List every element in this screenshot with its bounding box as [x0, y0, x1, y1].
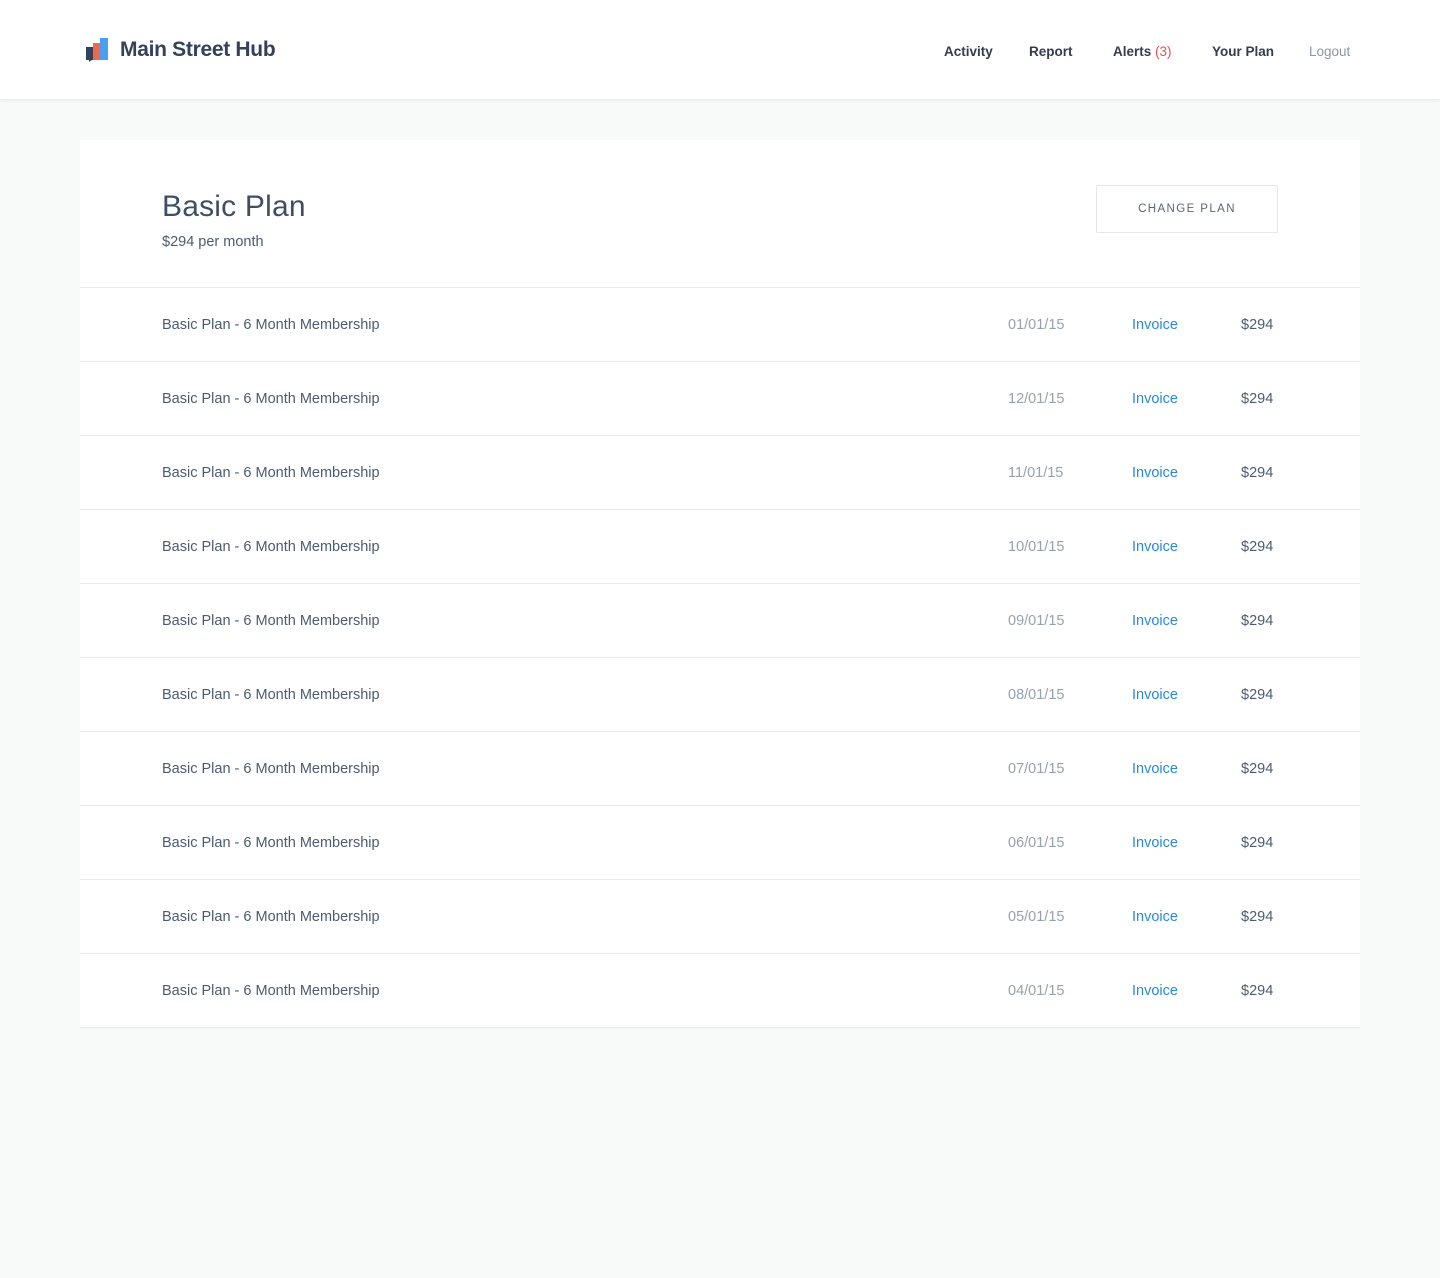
payment-date: 08/01/15	[1008, 687, 1065, 703]
payment-description: Basic Plan - 6 Month Membership	[162, 391, 380, 407]
invoice-link[interactable]: Invoice	[1132, 761, 1178, 777]
payment-amount: $294	[1241, 761, 1274, 777]
invoice-link[interactable]: Invoice	[1132, 909, 1178, 925]
payment-amount: $294	[1241, 613, 1274, 629]
nav-alerts-label: Alerts	[1113, 44, 1152, 59]
payment-date: 04/01/15	[1008, 983, 1065, 999]
invoice-link[interactable]: Invoice	[1132, 539, 1178, 555]
payment-date: 07/01/15	[1008, 761, 1065, 777]
plan-price: $294 per month	[162, 234, 264, 250]
invoice-link[interactable]: Invoice	[1132, 317, 1178, 333]
payment-description: Basic Plan - 6 Month Membership	[162, 465, 380, 481]
plan-summary: Basic Plan $294 per month CHANGE PLAN	[80, 140, 1360, 288]
payment-row: Basic Plan - 6 Month Membership 11/01/15 I…	[80, 436, 1360, 510]
payment-amount: $294	[1241, 391, 1274, 407]
payment-date: 12/01/15	[1008, 391, 1065, 407]
payment-description: Basic Plan - 6 Month Membership	[162, 761, 380, 777]
plan-card: Basic Plan $294 per month CHANGE PLAN Ba…	[80, 140, 1360, 1028]
payment-row: Basic Plan - 6 Month Membership 08/01/15 I…	[80, 658, 1360, 732]
invoice-link[interactable]: Invoice	[1132, 687, 1178, 703]
payment-date: 09/01/15	[1008, 613, 1065, 629]
payment-date: 11/01/15	[1008, 465, 1064, 481]
nav-logout[interactable]: Logout	[1309, 44, 1350, 62]
payment-row: Basic Plan - 6 Month Membership 12/01/15 I…	[80, 362, 1360, 436]
payment-description: Basic Plan - 6 Month Membership	[162, 909, 380, 925]
nav-your-plan[interactable]: Your Plan	[1212, 44, 1274, 62]
alerts-count-badge: (3)	[1155, 44, 1172, 59]
payment-date: 06/01/15	[1008, 835, 1065, 851]
nav-activity[interactable]: Activity	[944, 44, 993, 62]
payment-amount: $294	[1241, 909, 1274, 925]
payment-amount: $294	[1241, 465, 1274, 481]
payment-amount: $294	[1241, 983, 1274, 999]
brand-logo[interactable]: Main Street Hub	[86, 36, 276, 64]
invoice-link[interactable]: Invoice	[1132, 391, 1178, 407]
payment-amount: $294	[1241, 539, 1274, 555]
payment-description: Basic Plan - 6 Month Membership	[162, 539, 380, 555]
payment-amount: $294	[1241, 835, 1274, 851]
payment-description: Basic Plan - 6 Month Membership	[162, 835, 380, 851]
payment-row: Basic Plan - 6 Month Membership 04/01/15 I…	[80, 954, 1360, 1028]
invoice-link[interactable]: Invoice	[1132, 983, 1178, 999]
payment-date: 10/01/15	[1008, 539, 1065, 555]
nav-report[interactable]: Report	[1029, 44, 1073, 62]
payment-row: Basic Plan - 6 Month Membership 07/01/15 I…	[80, 732, 1360, 806]
bar-chart-logo-icon	[86, 38, 108, 62]
invoice-link[interactable]: Invoice	[1132, 465, 1178, 481]
payment-date: 01/01/15	[1008, 317, 1065, 333]
nav-alerts[interactable]: Alerts (3)	[1113, 44, 1172, 62]
payment-description: Basic Plan - 6 Month Membership	[162, 317, 380, 333]
payment-description: Basic Plan - 6 Month Membership	[162, 983, 380, 999]
payment-amount: $294	[1241, 687, 1274, 703]
payment-description: Basic Plan - 6 Month Membership	[162, 687, 380, 703]
payment-row: Basic Plan - 6 Month Membership 10/01/15 I…	[80, 510, 1360, 584]
payment-date: 05/01/15	[1008, 909, 1065, 925]
payment-row: Basic Plan - 6 Month Membership 05/01/15 I…	[80, 880, 1360, 954]
invoice-link[interactable]: Invoice	[1132, 613, 1178, 629]
payment-row: Basic Plan - 6 Month Membership 01/01/15 I…	[80, 288, 1360, 362]
invoice-link[interactable]: Invoice	[1132, 835, 1178, 851]
change-plan-button[interactable]: CHANGE PLAN	[1096, 185, 1278, 233]
payment-amount: $294	[1241, 317, 1274, 333]
plan-title: Basic Plan	[162, 190, 306, 223]
payment-description: Basic Plan - 6 Month Membership	[162, 613, 380, 629]
payment-row: Basic Plan - 6 Month Membership 06/01/15 I…	[80, 806, 1360, 880]
top-navigation-bar: Main Street Hub Activity Report Alerts (…	[0, 0, 1440, 100]
brand-name: Main Street Hub	[120, 38, 276, 61]
payment-history-list: Basic Plan - 6 Month Membership 01/01/15 I…	[80, 288, 1360, 1028]
payment-row: Basic Plan - 6 Month Membership 09/01/15 I…	[80, 584, 1360, 658]
